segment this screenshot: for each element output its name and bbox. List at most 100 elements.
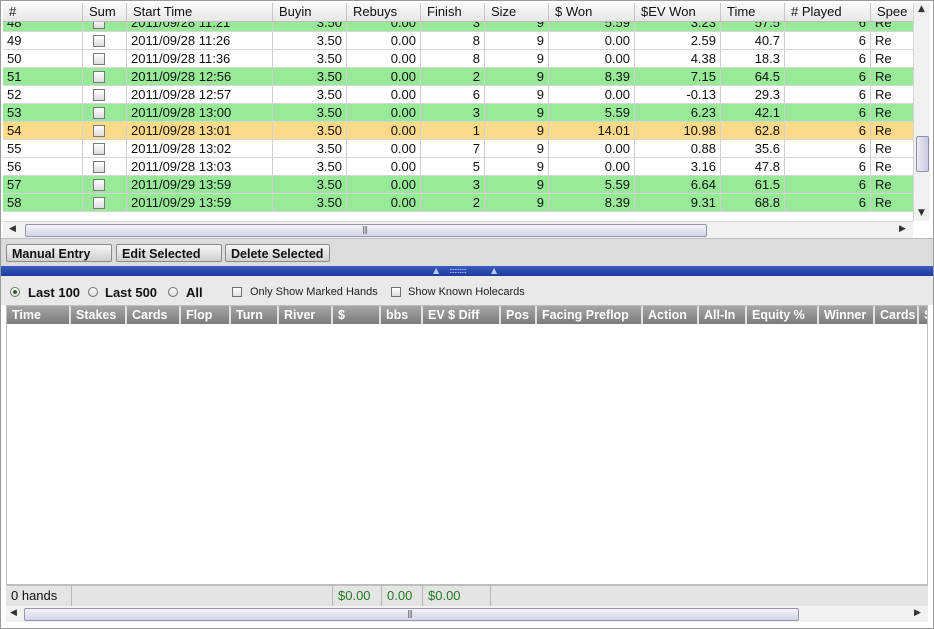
column-header[interactable]: Time — [721, 3, 785, 21]
hands-horizontal-scrollbar[interactable]: ◀ ||| ▶ — [6, 606, 928, 622]
hands-column-header[interactable]: bbs — [381, 306, 423, 324]
sum-checkbox[interactable] — [93, 70, 105, 83]
hands-column-header[interactable]: Winner — [819, 306, 875, 324]
tournaments-vertical-scrollbar[interactable]: ▲ ▼ — [913, 3, 930, 221]
sum-checkbox[interactable] — [93, 178, 105, 191]
hands-column-header[interactable]: Cards — [127, 306, 181, 324]
sum-checkbox[interactable] — [93, 160, 105, 173]
hands-column-header[interactable]: Cards — [875, 306, 919, 324]
horizontal-scroll-thumb[interactable]: ||| — [25, 224, 707, 237]
sum-checkbox[interactable] — [93, 106, 105, 119]
scroll-down-arrow-icon[interactable]: ▼ — [918, 208, 925, 218]
grip-icon: ||| — [407, 609, 413, 618]
cell-played: 6 — [785, 140, 871, 157]
sum-checkbox[interactable] — [93, 52, 105, 65]
hands-column-header[interactable]: Equity % — [747, 306, 819, 324]
hands-column-header[interactable]: River — [279, 306, 333, 324]
scroll-left-arrow-icon[interactable]: ◀ — [10, 608, 17, 618]
cell-rebuys: 0.00 — [347, 194, 421, 211]
scroll-up-arrow-icon[interactable]: ▲ — [918, 4, 925, 14]
edit-selected-button[interactable]: Edit Selected — [116, 244, 222, 262]
hands-column-header[interactable]: EV $ Diff — [423, 306, 501, 324]
column-header[interactable]: Sum — [83, 3, 127, 21]
expand-up-icon[interactable]: ▲ — [491, 266, 497, 275]
all-label[interactable]: All — [186, 285, 203, 300]
tournament-row[interactable]: 50 2011/09/28 11:36 3.50 0.00 8 9 0.00 4.38 18.3… — [3, 50, 929, 68]
scroll-left-arrow-icon[interactable]: ◀ — [9, 224, 16, 234]
cell-rebuys: 0.00 — [347, 158, 421, 175]
column-header[interactable]: # — [3, 3, 83, 21]
cell-size: 9 — [485, 50, 549, 67]
column-header[interactable]: Size — [485, 3, 549, 21]
known-holecards-checkbox[interactable] — [391, 287, 401, 297]
tournament-row[interactable]: 49 2011/09/28 11:26 3.50 0.00 8 9 0.00 2.59 40.7… — [3, 32, 929, 50]
hand-filter-bar: Last 100 Last 500 All Only Show Marked H… — [1, 276, 933, 305]
hands-column-header[interactable]: Facing Preflop — [537, 306, 643, 324]
hands-column-header[interactable]: Action — [643, 306, 699, 324]
tournament-row[interactable]: 58 2011/09/29 13:59 3.50 0.00 2 9 8.39 9.31 68.8… — [3, 194, 929, 212]
cell-won: 8.39 — [549, 68, 635, 85]
hands-column-header[interactable]: All-In — [699, 306, 747, 324]
hands-column-header[interactable]: Stakes — [71, 306, 127, 324]
tournament-row[interactable]: 54 2011/09/28 13:01 3.50 0.00 1 9 14.01 10.98 62… — [3, 122, 929, 140]
cell-finish: 5 — [421, 158, 485, 175]
manual-entry-button[interactable]: Manual Entry — [6, 244, 112, 262]
cell-played: 6 — [785, 176, 871, 193]
sum-cell — [83, 122, 127, 139]
cell-rebuys: 0.00 — [347, 50, 421, 67]
tournaments-horizontal-scrollbar[interactable]: ◀ ||| ▶ — [3, 221, 913, 238]
sum-checkbox[interactable] — [93, 142, 105, 155]
last-100-label[interactable]: Last 100 — [28, 285, 80, 300]
hands-column-header[interactable]: $ — [333, 306, 381, 324]
vertical-scroll-thumb[interactable] — [916, 136, 929, 172]
tournament-row[interactable]: 57 2011/09/29 13:59 3.50 0.00 3 9 5.59 6.64 61.5… — [3, 176, 929, 194]
column-header[interactable]: $ Won — [549, 3, 635, 21]
all-radio[interactable] — [168, 287, 178, 297]
tournament-row[interactable]: 51 2011/09/28 12:56 3.50 0.00 2 9 8.39 7.15 64.5… — [3, 68, 929, 86]
tournament-row[interactable]: 52 2011/09/28 12:57 3.50 0.00 6 9 0.00 -0.13 29.… — [3, 86, 929, 104]
column-header[interactable]: # Played — [785, 3, 871, 21]
hands-scroll-thumb[interactable]: ||| — [24, 608, 799, 621]
delete-selected-button[interactable]: Delete Selected — [225, 244, 330, 262]
sum-checkbox[interactable] — [93, 124, 105, 137]
last-500-label[interactable]: Last 500 — [105, 285, 157, 300]
cell-num: 53 — [3, 104, 83, 121]
only-marked-hands-checkbox[interactable] — [232, 287, 242, 297]
tournament-row[interactable]: 55 2011/09/28 13:02 3.50 0.00 7 9 0.00 0.88 35.6… — [3, 140, 929, 158]
cell-rebuys: 0.00 — [347, 140, 421, 157]
cell-time: 40.7 — [721, 32, 785, 49]
cell-finish: 3 — [421, 176, 485, 193]
column-header[interactable]: $EV Won — [635, 3, 721, 21]
scroll-right-arrow-icon[interactable]: ▶ — [914, 608, 921, 618]
collapse-up-icon[interactable]: ▲ — [433, 266, 439, 275]
sum-cell — [83, 158, 127, 175]
sum-checkbox[interactable] — [93, 88, 105, 101]
scroll-right-arrow-icon[interactable]: ▶ — [899, 224, 906, 234]
hands-column-header[interactable]: Flop — [181, 306, 231, 324]
cell-finish: 1 — [421, 122, 485, 139]
column-header[interactable]: Start Time — [127, 3, 273, 21]
sum-cell — [83, 104, 127, 121]
tournament-row[interactable]: 56 2011/09/28 13:03 3.50 0.00 5 9 0.00 3.16 47.8… — [3, 158, 929, 176]
last-500-radio[interactable] — [88, 287, 98, 297]
known-holecards-label[interactable]: Show Known Holecards — [408, 286, 525, 298]
hands-column-header[interactable]: Pos — [501, 306, 537, 324]
cell-finish: 6 — [421, 86, 485, 103]
sum-cell — [83, 86, 127, 103]
cell-played: 6 — [785, 68, 871, 85]
cell-start: 2011/09/28 13:01 — [127, 122, 273, 139]
last-100-radio[interactable] — [10, 287, 20, 297]
column-header[interactable]: Rebuys — [347, 3, 421, 21]
column-header[interactable]: Buyin — [273, 3, 347, 21]
panel-splitter[interactable]: ▲ :::::::::: ▲ — [1, 266, 933, 276]
column-header[interactable]: Finish — [421, 3, 485, 21]
only-marked-hands-label[interactable]: Only Show Marked Hands — [250, 286, 378, 298]
sum-checkbox[interactable] — [93, 34, 105, 47]
hands-column-header[interactable]: Turn — [231, 306, 279, 324]
cell-won: 0.00 — [549, 50, 635, 67]
hands-column-header[interactable]: Time — [7, 306, 71, 324]
cell-rebuys: 0.00 — [347, 104, 421, 121]
sum-checkbox[interactable] — [93, 196, 105, 209]
hands-column-header[interactable]: S — [919, 306, 927, 324]
tournament-row[interactable]: 53 2011/09/28 13:00 3.50 0.00 3 9 5.59 6.23 42.1… — [3, 104, 929, 122]
